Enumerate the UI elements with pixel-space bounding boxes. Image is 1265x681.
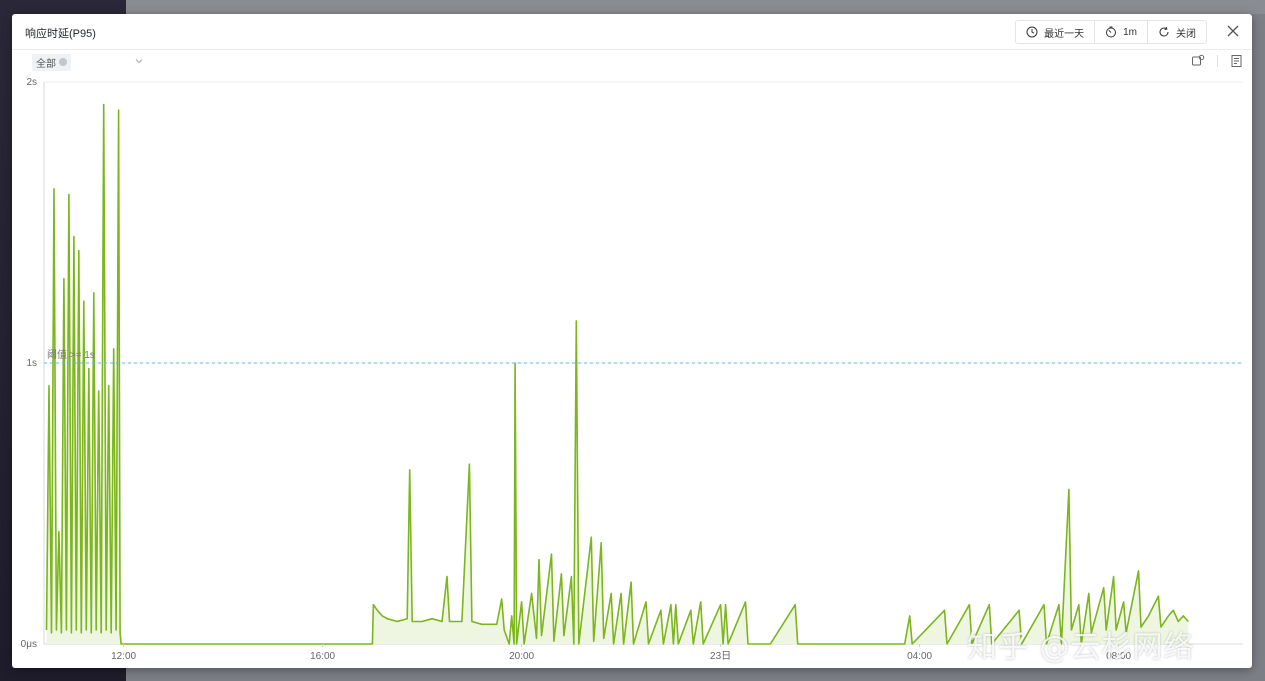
threshold-label: 阈值 >= 1s: [47, 348, 95, 361]
x-tick-label: 04:00: [907, 651, 932, 662]
latency-modal: 响应时延(P95) 最近一天 1m 关闭 全部 阈值 >= 1s 0μs 1s …: [12, 14, 1252, 668]
series-line: [45, 103, 1189, 645]
threshold-layer: 阈值 >= 1s: [44, 348, 1243, 364]
x-tick-label: 16:00: [310, 651, 335, 662]
background-topbar: [126, 0, 1265, 14]
y-tick-label: 1s: [26, 358, 37, 369]
latency-line-chart: 阈值 >= 1s 0μs1s2s12:00 16:00 20:00 23日 04:00 0…: [21, 77, 1243, 662]
y-tick-label: 0μs: [21, 639, 37, 650]
x-tick-label: 20:00: [509, 651, 534, 662]
grid: [43, 81, 1243, 645]
series-layer: [45, 103, 1189, 645]
x-tick-label: 23日: [710, 651, 731, 662]
series-area: [46, 104, 1189, 644]
watermark: 知乎 @云杉网络: [967, 630, 1195, 665]
y-tick-label: 2s: [26, 77, 37, 88]
x-tick-label: 12:00: [111, 651, 136, 662]
